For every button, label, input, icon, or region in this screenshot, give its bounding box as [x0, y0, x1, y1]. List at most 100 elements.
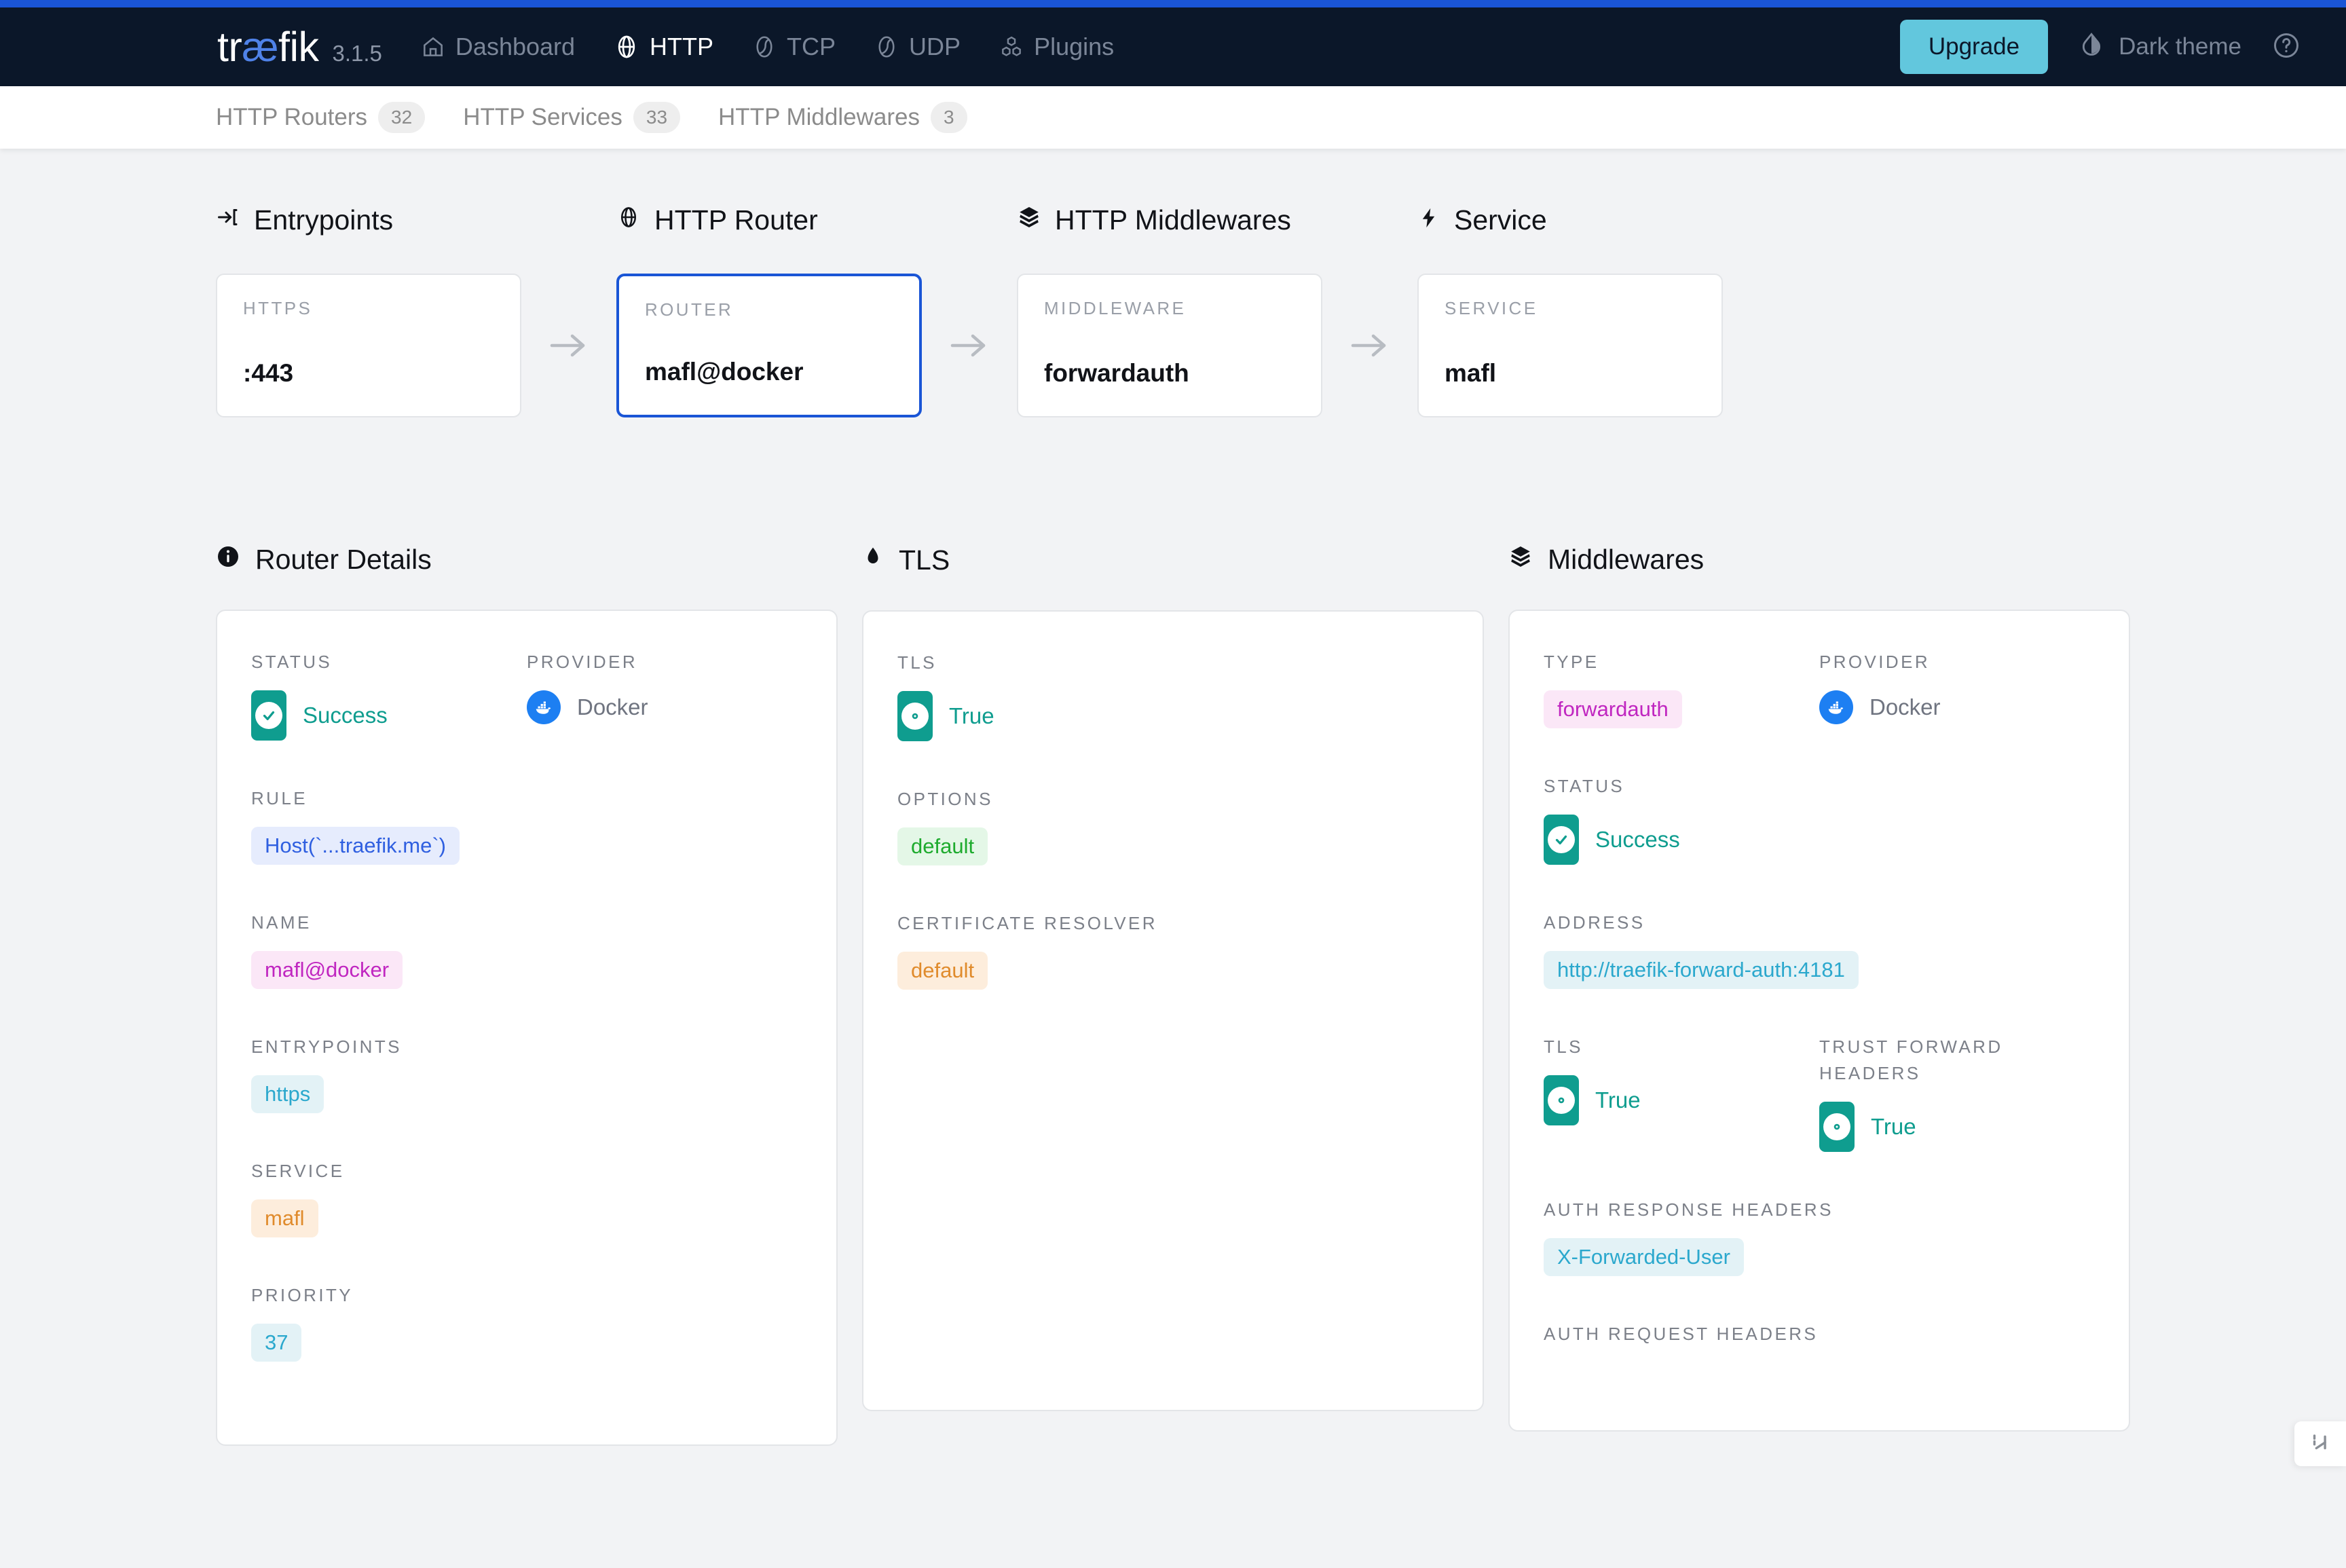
status-text-middleware-trust-forward-headers: True — [1871, 1114, 1916, 1139]
field-label-middleware-status: STATUS — [1544, 776, 1625, 796]
nav-link-tcp[interactable]: TCP — [749, 29, 838, 65]
status-text-middleware: Success — [1595, 827, 1680, 852]
panel-card-middlewares: TYPE forwardauth PROVIDER Docker STATUS … — [1508, 610, 2130, 1432]
navbar-right-group: Upgrade Dark theme — [1899, 20, 2301, 74]
field-router-priority: PRIORITY 37 — [251, 1282, 802, 1362]
flow-heading-label-router: HTTP Router — [654, 204, 818, 236]
nav-label-plugins: Plugins — [1034, 33, 1115, 60]
flow-arrow-3 — [1322, 274, 1417, 417]
flow-heading-router: HTTP Router — [616, 196, 922, 244]
field-label-middleware-provider: PROVIDER — [1819, 652, 1931, 672]
field-middleware-auth-response-headers: AUTH RESPONSE HEADERS X-Forwarded-User — [1544, 1197, 2095, 1276]
status-text-tls: True — [949, 703, 994, 728]
field-label-middleware-address: ADDRESS — [1544, 912, 1645, 933]
brand[interactable]: træfik 3.1.5 — [217, 26, 382, 68]
flow-card-router[interactable]: ROUTER mafl@docker — [616, 274, 922, 417]
tab-count-http-middlewares: 3 — [930, 102, 967, 133]
toggle-badge-true-icon — [897, 691, 933, 741]
dark-theme-toggle[interactable]: Dark theme — [2078, 31, 2241, 64]
panel-heading-router-details: Router Details — [216, 544, 838, 576]
router-flow-diagram: Entrypoints HTTPS :443 HTTP Router ROUTE… — [216, 149, 2130, 417]
chip-router-entrypoints[interactable]: https — [251, 1075, 324, 1113]
tab-count-http-services: 33 — [633, 102, 681, 133]
bolt-icon — [1417, 204, 1440, 236]
nav-link-dashboard[interactable]: Dashboard — [417, 29, 578, 65]
field-router-rule: RULE Host(`...traefik.me`) — [251, 785, 802, 865]
nav-label-http: HTTP — [650, 33, 714, 60]
nav-link-http[interactable]: HTTP — [610, 29, 716, 65]
flow-heading-label-middlewares: HTTP Middlewares — [1055, 204, 1291, 236]
nav-label-tcp: TCP — [787, 33, 836, 60]
tab-count-http-routers: 32 — [378, 102, 426, 133]
flow-card-middleware[interactable]: MIDDLEWARE forwardauth — [1017, 274, 1322, 417]
field-router-service: SERVICE mafl — [251, 1158, 802, 1237]
router-status-provider-grid: STATUS Success PROVIDER Docker — [251, 649, 802, 785]
provider-text-middleware: Docker — [1869, 694, 1941, 720]
tab-http-services[interactable]: HTTP Services 33 — [463, 102, 681, 133]
field-router-entrypoints: ENTRYPOINTS https — [251, 1034, 802, 1113]
flow-card-label-middleware: MIDDLEWARE — [1044, 298, 1187, 318]
flow-card-value-service: mafl — [1445, 359, 1497, 387]
layers-icon — [1017, 204, 1041, 236]
field-router-name: NAME mafl@docker — [251, 910, 802, 989]
logo-ae: æ — [242, 23, 279, 70]
docker-icon — [1819, 690, 1853, 724]
chip-tls-cert-resolver[interactable]: default — [897, 952, 988, 990]
logo-part1: tr — [217, 23, 242, 70]
tab-label-http-routers: HTTP Routers — [216, 104, 368, 130]
traefik-logo: træfik — [217, 26, 319, 68]
upgrade-button[interactable]: Upgrade — [1899, 20, 2049, 74]
field-label-middleware-auth-request-headers: AUTH REQUEST HEADERS — [1544, 1324, 1819, 1344]
middleware-tls-trust-grid: TLS True TRUST FORWARD HEADERS True — [1544, 1034, 2095, 1197]
field-value-middleware-status: Success — [1544, 815, 2095, 865]
flow-column-service: Service SERVICE mafl — [1417, 196, 1723, 417]
field-label-router-rule: RULE — [251, 788, 308, 808]
chip-tls-options[interactable]: default — [897, 827, 988, 865]
nav-label-dashboard: Dashboard — [455, 33, 576, 60]
flow-heading-service: Service — [1417, 196, 1723, 244]
field-label-middleware-tls: TLS — [1544, 1037, 1583, 1057]
flow-heading-entrypoints: Entrypoints — [216, 196, 521, 244]
chip-router-name[interactable]: mafl@docker — [251, 951, 403, 989]
flow-card-service[interactable]: SERVICE mafl — [1417, 274, 1723, 417]
field-label-router-entrypoints: ENTRYPOINTS — [251, 1037, 402, 1057]
field-middleware-provider: PROVIDER Docker — [1819, 649, 2095, 728]
flow-arrow-2 — [922, 274, 1017, 417]
toggle-badge-true-icon — [1819, 1102, 1855, 1152]
nav-link-udp[interactable]: UDP — [871, 29, 963, 65]
field-value-tls: True — [897, 691, 1449, 741]
shield-icon — [862, 544, 884, 576]
main-content: Entrypoints HTTPS :443 HTTP Router ROUTE… — [0, 149, 2346, 1446]
field-middleware-address: ADDRESS http://traefik-forward-auth:4181 — [1544, 910, 2095, 989]
top-navbar: træfik 3.1.5 Dashboard HTTP TCP UDP Plug… — [0, 7, 2346, 86]
nav-link-plugins[interactable]: Plugins — [996, 29, 1117, 65]
panel-heading-tls: TLS — [862, 544, 1484, 576]
field-label-tls: TLS — [897, 652, 937, 673]
field-value-middleware-tls: True — [1544, 1075, 1819, 1125]
tab-http-routers[interactable]: HTTP Routers 32 — [216, 102, 426, 133]
chip-middleware-address[interactable]: http://traefik-forward-auth:4181 — [1544, 951, 1859, 989]
status-text-middleware-tls: True — [1595, 1087, 1641, 1113]
panel-tls: TLS TLS True OPTIONS default CERTIFICATE… — [862, 544, 1484, 1446]
chip-router-service[interactable]: mafl — [251, 1199, 318, 1237]
chip-middleware-type[interactable]: forwardauth — [1544, 690, 1682, 728]
panel-middlewares: Middlewares TYPE forwardauth PROVIDER Do… — [1508, 544, 2130, 1446]
flow-arrow-1 — [521, 274, 616, 417]
panel-heading-label-tls: TLS — [899, 544, 950, 576]
float-widget-handle[interactable] — [2294, 1421, 2346, 1466]
globe-icon — [616, 204, 641, 236]
panel-heading-label-router-details: Router Details — [255, 544, 432, 575]
chip-middleware-auth-response-headers[interactable]: X-Forwarded-User — [1544, 1238, 1744, 1276]
chip-router-priority[interactable]: 37 — [251, 1324, 302, 1362]
tab-http-middlewares[interactable]: HTTP Middlewares 3 — [718, 102, 967, 133]
info-icon — [216, 544, 240, 576]
flow-heading-label-entrypoints: Entrypoints — [254, 204, 394, 236]
flow-card-label-service: SERVICE — [1445, 298, 1538, 318]
chip-router-rule[interactable]: Host(`...traefik.me`) — [251, 827, 460, 865]
flow-card-entrypoint[interactable]: HTTPS :443 — [216, 274, 521, 417]
help-circle-icon[interactable] — [2271, 31, 2301, 64]
field-tls-options: OPTIONS default — [897, 786, 1449, 865]
field-middleware-tls: TLS True — [1544, 1034, 1819, 1152]
provider-text-router: Docker — [577, 694, 648, 720]
field-label-tls-options: OPTIONS — [897, 789, 993, 809]
